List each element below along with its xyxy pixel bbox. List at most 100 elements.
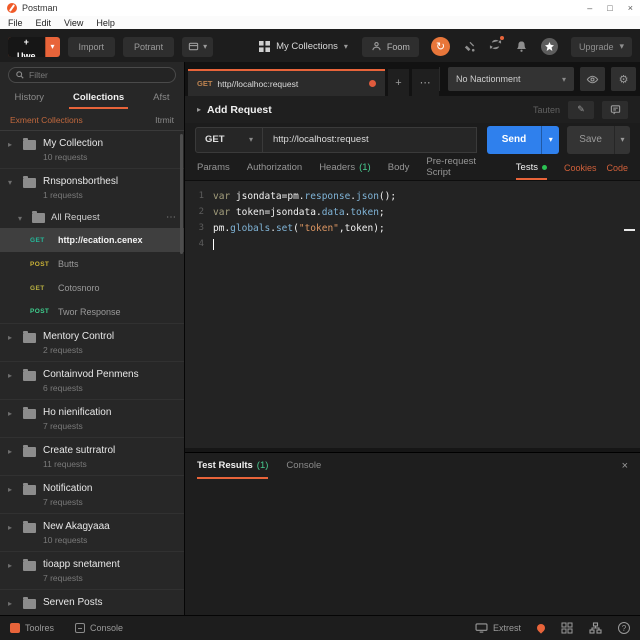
chevron-right-icon[interactable]: ▸ bbox=[8, 523, 16, 545]
chevron-down-icon[interactable]: ▾ bbox=[8, 178, 16, 200]
scrollbar-mark bbox=[624, 229, 635, 231]
collection-item[interactable]: ▾ Rnsponsborthesl 1 requests bbox=[0, 169, 184, 206]
collection-item[interactable]: ▸ Notification 7 requests bbox=[0, 476, 184, 514]
question-glyph: ? bbox=[622, 624, 626, 633]
tab-prerequest-script[interactable]: Pre-request Script bbox=[426, 156, 498, 180]
request-item[interactable]: GET Cotosnoro bbox=[0, 276, 184, 300]
sync-status-button[interactable]: ↻ bbox=[431, 37, 450, 56]
tab-params[interactable]: Params bbox=[197, 156, 230, 180]
collection-count: 10 requests bbox=[43, 152, 103, 162]
tab-test-results[interactable]: Test Results (1) bbox=[197, 453, 268, 479]
tab-console[interactable]: Console bbox=[286, 453, 321, 479]
chevron-right-icon[interactable]: ▸ bbox=[8, 561, 16, 583]
filter-input[interactable] bbox=[29, 70, 168, 80]
open-window-button[interactable]: ▾ bbox=[182, 37, 213, 57]
collection-item[interactable]: ▸ My Collection 10 requests bbox=[0, 131, 184, 169]
toolbox-button[interactable]: Toolres bbox=[10, 623, 54, 633]
send-options-button[interactable]: ▾ bbox=[541, 126, 559, 154]
tab-headers[interactable]: Headers (1) bbox=[319, 156, 371, 180]
code-line: 2 var token=jsondata.data.token; bbox=[185, 204, 640, 220]
chevron-right-icon[interactable]: ▸ bbox=[8, 447, 16, 469]
tab-authorization[interactable]: Authorization bbox=[247, 156, 302, 180]
request-tab-active[interactable]: GET http//localhoc:request bbox=[188, 69, 385, 96]
new-button[interactable]: +Uwe ▾ bbox=[8, 37, 60, 57]
tests-code-editor[interactable]: 1 var jsondata=pm.response.json(); 2 var… bbox=[185, 181, 640, 452]
new-caret-button[interactable]: ▾ bbox=[45, 37, 60, 57]
menu-file[interactable]: File bbox=[8, 18, 23, 28]
request-item[interactable]: POST Butts bbox=[0, 252, 184, 276]
cookies-link[interactable]: Cookies bbox=[564, 163, 597, 173]
workspace-switcher[interactable]: My Collections ▾ bbox=[259, 41, 348, 52]
tab-history[interactable]: History bbox=[10, 87, 48, 109]
avatar[interactable] bbox=[541, 38, 558, 55]
comments-button[interactable] bbox=[602, 101, 628, 119]
network-icon[interactable] bbox=[589, 622, 602, 634]
bell-icon[interactable] bbox=[515, 40, 528, 53]
sync-arrows-button[interactable] bbox=[489, 38, 502, 56]
collection-count: 7 requests bbox=[43, 573, 120, 583]
collection-item[interactable]: ▸ New Akagyaaa 10 requests bbox=[0, 514, 184, 552]
tab-apis[interactable]: Afst bbox=[149, 87, 173, 109]
caret-down-icon: ▾ bbox=[619, 41, 624, 52]
grid-view-icon[interactable] bbox=[561, 622, 573, 634]
folder-icon bbox=[32, 213, 45, 223]
minimize-button[interactable]: – bbox=[587, 4, 592, 13]
team-button[interactable]: Foom bbox=[362, 37, 419, 57]
method-selector[interactable]: GET ▾ bbox=[195, 127, 263, 153]
collection-item[interactable]: ▸ Mentory Control 2 requests bbox=[0, 324, 184, 362]
chevron-right-icon[interactable]: ▸ bbox=[8, 485, 16, 507]
help-icon[interactable]: ? bbox=[618, 622, 630, 634]
window-icon bbox=[188, 41, 199, 52]
environment-preview-button[interactable] bbox=[580, 67, 605, 91]
console-button[interactable]: Console bbox=[75, 623, 123, 633]
chevron-right-icon[interactable]: ▸ bbox=[8, 599, 16, 615]
maximize-button[interactable]: □ bbox=[607, 4, 612, 13]
edit-button[interactable]: ✎ bbox=[568, 101, 594, 119]
filter-search-box[interactable] bbox=[8, 67, 176, 83]
tab-body[interactable]: Body bbox=[388, 156, 410, 180]
chevron-right-icon[interactable]: ▸ bbox=[8, 409, 16, 431]
runner-button[interactable]: Potrant bbox=[123, 37, 174, 57]
satellite-icon[interactable] bbox=[463, 40, 476, 53]
tab-tests[interactable]: Tests bbox=[516, 156, 547, 180]
folder-item[interactable]: ▾ All Request ⋯ bbox=[0, 206, 184, 228]
close-panel-icon[interactable]: × bbox=[622, 460, 628, 472]
send-button[interactable]: Send bbox=[487, 126, 541, 154]
save-button[interactable]: Save bbox=[567, 126, 614, 154]
code-link[interactable]: Code bbox=[606, 163, 628, 173]
collection-item[interactable]: ▸ Ho nienification 7 requests bbox=[0, 400, 184, 438]
chevron-right-icon[interactable]: ▸ bbox=[8, 140, 16, 162]
ellipsis-menu-icon[interactable]: ⋯ bbox=[166, 212, 176, 223]
subheader-left-link[interactable]: Exment Collections bbox=[10, 115, 83, 125]
close-button[interactable]: × bbox=[628, 4, 633, 13]
menu-edit[interactable]: Edit bbox=[36, 18, 52, 28]
import-button[interactable]: Import bbox=[68, 37, 116, 57]
environment-selector[interactable]: No Nactionment ▾ bbox=[448, 67, 574, 91]
request-item[interactable]: POST Twor Response bbox=[0, 300, 184, 324]
request-section-tabs: Params Authorization Headers (1) Body Pr… bbox=[185, 156, 640, 181]
chevron-right-icon[interactable]: ▸ bbox=[8, 333, 16, 355]
sidebar-scrollbar[interactable] bbox=[180, 134, 183, 254]
collection-item[interactable]: ▸ Containvod Penmens 6 requests bbox=[0, 362, 184, 400]
tab-options-button[interactable]: ⋯ bbox=[412, 69, 439, 96]
menu-view[interactable]: View bbox=[64, 18, 83, 28]
save-options-button[interactable]: ▾ bbox=[614, 126, 630, 154]
chevron-right-icon[interactable]: ▸ bbox=[8, 371, 16, 393]
menu-help[interactable]: Help bbox=[96, 18, 115, 28]
new-tab-button[interactable]: + bbox=[388, 69, 409, 96]
collection-item[interactable]: ▸ Create sutrratrol 11 requests bbox=[0, 438, 184, 476]
location-pin-icon[interactable] bbox=[535, 622, 546, 633]
settings-button[interactable]: ⚙ bbox=[611, 67, 636, 91]
tab-collections[interactable]: Collections bbox=[69, 87, 128, 109]
request-item-selected[interactable]: GET http://ecation.cenex bbox=[0, 228, 184, 252]
collection-item[interactable]: ▸ Serven Posts Linmanagement bbox=[0, 590, 184, 615]
tests-active-dot bbox=[542, 165, 547, 170]
subheader-right-link[interactable]: Itrmit bbox=[155, 115, 174, 125]
url-input[interactable] bbox=[263, 127, 477, 153]
collection-item[interactable]: ▸ tioapp snetament 7 requests bbox=[0, 552, 184, 590]
bootcamp-button[interactable]: Extrest bbox=[475, 623, 521, 633]
chevron-down-icon[interactable]: ▾ bbox=[18, 214, 26, 223]
upgrade-button[interactable]: Upgrade ▾ bbox=[571, 37, 632, 57]
folder-icon bbox=[23, 523, 36, 533]
chevron-right-icon[interactable]: ▸ bbox=[197, 105, 201, 114]
